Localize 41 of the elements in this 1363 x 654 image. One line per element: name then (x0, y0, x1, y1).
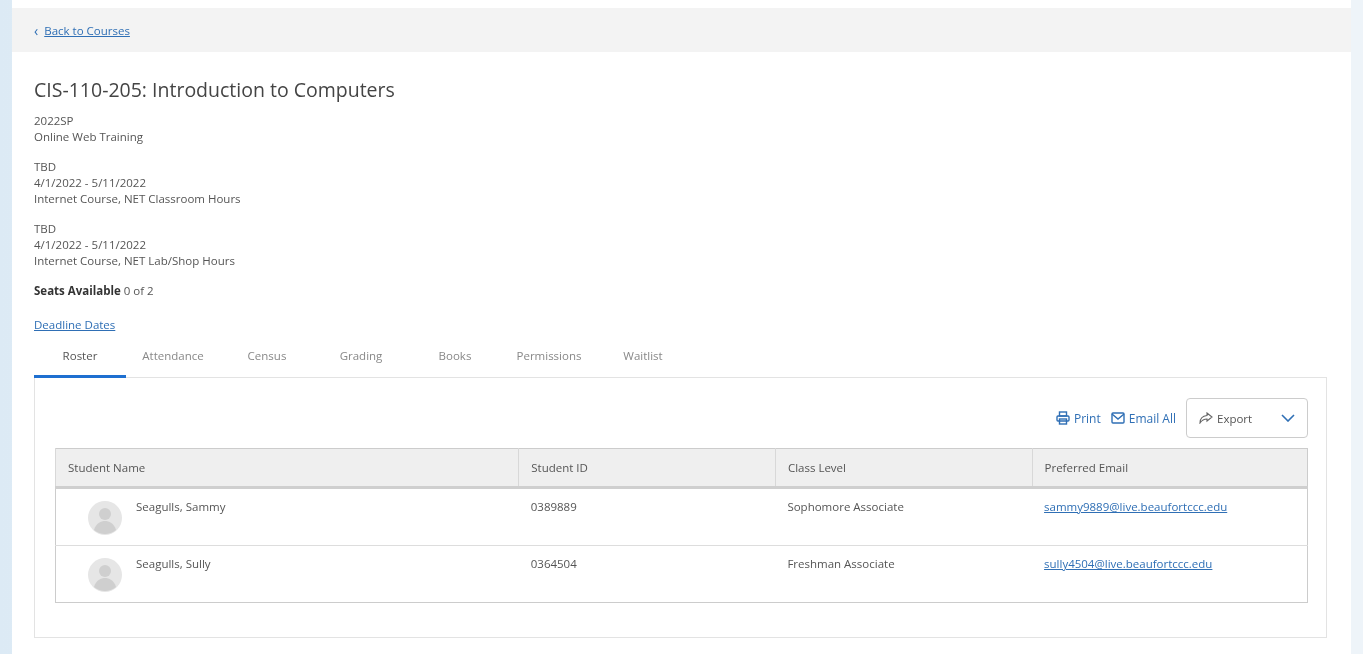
student-name: Seagulls, Sammy (136, 499, 226, 516)
meeting-type: Internet Course, NET Classroom Hours (34, 191, 242, 207)
avatar-icon (88, 558, 122, 592)
meeting-time: TBD (34, 221, 58, 237)
student-name: Seagulls, Sully (136, 556, 211, 573)
column-header[interactable]: Student ID (518, 448, 776, 488)
print-button[interactable]: Print (1055, 409, 1101, 427)
tab[interactable]: Waitlist (596, 340, 690, 378)
class-level: Freshman Associate (787, 556, 895, 571)
delivery-text: Online Web Training (34, 129, 144, 145)
deadline-dates-link[interactable]: Deadline Dates (34, 317, 116, 332)
tab[interactable]: Roster (34, 340, 126, 378)
student-id: 0389889 (530, 499, 577, 514)
email-link[interactable]: sammy9889@live.beaufortccc.edu (1044, 499, 1228, 514)
back-chevron-icon[interactable]: ‹ (34, 20, 39, 40)
meeting-type: Internet Course, NET Lab/Shop Hours (34, 253, 236, 269)
tab[interactable]: Census (220, 340, 314, 378)
tab[interactable]: Grading (314, 340, 408, 378)
email-link[interactable]: sully4504@live.beaufortccc.edu (1044, 556, 1213, 571)
chevron-down-icon (1281, 414, 1295, 422)
meeting-time: TBD (34, 159, 58, 175)
meeting-dates: 4/1/2022 - 5/11/2022 (34, 175, 148, 191)
tab[interactable]: Attendance (126, 340, 220, 378)
column-header[interactable]: Student Name (55, 448, 519, 488)
email-all-button[interactable]: Email All (1110, 409, 1176, 427)
tab[interactable]: Permissions (502, 340, 596, 378)
tab[interactable]: Books (408, 340, 502, 378)
class-level: Sophomore Associate (787, 499, 904, 514)
avatar-icon (88, 501, 122, 535)
term-text: 2022SP (34, 113, 75, 129)
printer-icon (1055, 411, 1070, 425)
back-link[interactable]: Back to Courses (44, 22, 130, 38)
seats-available-text: Seats Available 0 of 2 (34, 283, 155, 298)
share-icon (1199, 412, 1213, 424)
meeting-dates: 4/1/2022 - 5/11/2022 (34, 237, 148, 253)
column-header[interactable]: Class Level (775, 448, 1033, 488)
student-id: 0364504 (530, 556, 577, 571)
column-header[interactable]: Preferred Email (1032, 448, 1308, 488)
course-title: CIS-110-205: Introduction to Computers (34, 76, 396, 103)
envelope-icon (1110, 412, 1125, 424)
export-button[interactable]: Export (1186, 398, 1308, 438)
